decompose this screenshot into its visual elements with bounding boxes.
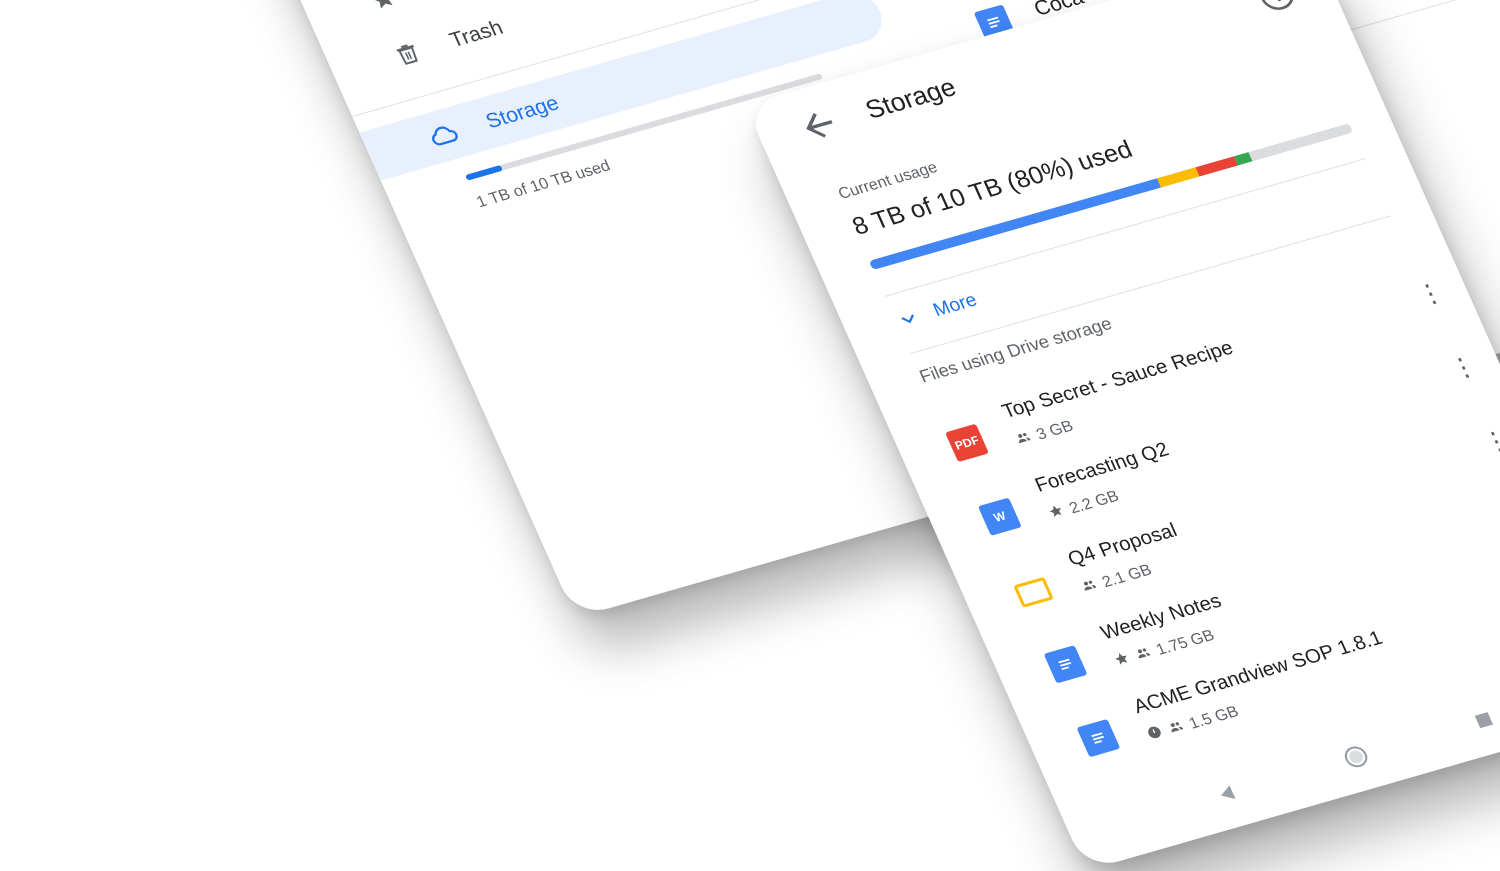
- doc-icon: [1076, 718, 1121, 758]
- more-button[interactable]: More: [891, 288, 982, 335]
- storage-progress-fill: [464, 164, 504, 181]
- slides-icon: [1013, 576, 1054, 608]
- shared-icon: [1165, 717, 1189, 741]
- shared-icon: [1078, 575, 1102, 599]
- info-icon[interactable]: [1249, 0, 1304, 18]
- more-options-icon[interactable]: ⋮: [1445, 350, 1482, 385]
- file-size: 1.5 GB: [1186, 702, 1242, 733]
- star-icon: [1045, 501, 1069, 525]
- more-options-icon[interactable]: ⋮: [1412, 276, 1449, 311]
- divider: [884, 158, 1366, 297]
- page-title: Storage: [860, 71, 961, 125]
- restricted-icon: [1143, 723, 1167, 747]
- file-size: 2.1 GB: [1099, 561, 1155, 591]
- nav-back-icon[interactable]: [1212, 781, 1242, 807]
- back-arrow-icon[interactable]: [792, 101, 847, 149]
- shared-icon: [1012, 428, 1036, 452]
- word-icon: W: [977, 497, 1022, 536]
- pdf-icon: PDF: [945, 423, 989, 463]
- more-label: More: [930, 289, 981, 321]
- chevron-down-icon: [901, 314, 915, 324]
- nav-recents-icon[interactable]: [1470, 708, 1497, 732]
- file-meta: 3 GB: [1012, 416, 1077, 451]
- doc-icon: [1043, 645, 1088, 684]
- more-options-icon[interactable]: ⋮: [1478, 424, 1500, 459]
- usage-segment: [1195, 156, 1239, 177]
- shared-icon: [1132, 643, 1156, 667]
- usage-segment: [1233, 152, 1253, 166]
- file-size: 2.2 GB: [1066, 487, 1122, 517]
- trash-icon: [385, 34, 432, 75]
- cloud-icon: [421, 115, 468, 156]
- sidebar-item-label: Storage: [482, 91, 563, 134]
- usage-segment: [1157, 167, 1200, 188]
- star-icon: [1111, 649, 1135, 673]
- file-size: 3 GB: [1033, 417, 1076, 444]
- nav-home-icon[interactable]: [1338, 741, 1374, 772]
- file-size: 1.75 GB: [1153, 626, 1217, 659]
- star-icon: [360, 0, 407, 19]
- sidebar-item-label: Trash: [446, 16, 507, 52]
